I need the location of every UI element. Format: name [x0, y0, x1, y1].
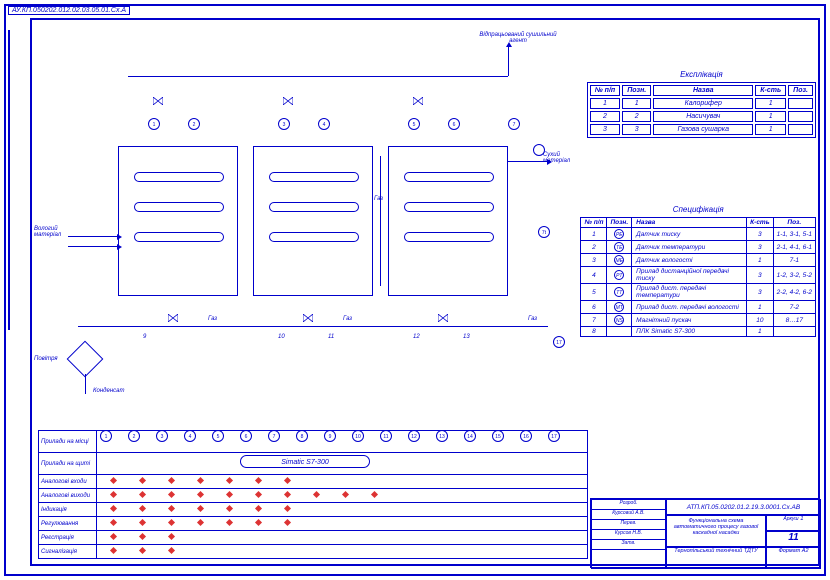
valve-bot-2 [303, 309, 313, 317]
plc-label: Simatic S7-300 [240, 455, 370, 468]
explication-table: Експлікація № п/п Позн. Назва К-сть Поз.… [587, 70, 816, 138]
sensor-5: 5 [408, 118, 420, 130]
sensor-17: 17 [553, 336, 565, 348]
sensor-7: 7 [508, 118, 520, 130]
chamber-1 [118, 146, 238, 296]
sensor-4: 4 [318, 118, 330, 130]
chamber-3 [388, 146, 508, 296]
specification-table: Специфікація № п/п Позн. Назва К-сть Поз… [580, 205, 816, 337]
sensor-3: 3 [278, 118, 290, 130]
valve-bot-3 [438, 309, 448, 317]
valve-top-1 [153, 92, 163, 100]
sensor-6: 6 [448, 118, 460, 130]
chamber-2 [253, 146, 373, 296]
title-block: Розроб. Курсовий А.В. Перев. Курсов Н.В.… [590, 498, 820, 568]
gas-b2: Газ [343, 316, 352, 322]
function-table: Прилади на місці Прилади на щиті Аналого… [38, 430, 588, 559]
valve-bot-1 [168, 309, 178, 317]
exhaust-label: Відпрацьований сушильний агент [478, 32, 558, 44]
sensor-2: 2 [188, 118, 200, 130]
valve-top-3 [413, 92, 423, 100]
process-diagram: Відпрацьований сушильний агент 1 2 3 4 5… [38, 36, 578, 336]
condensate-label: Конденсат [93, 388, 124, 394]
gas-b1: Газ [208, 316, 217, 322]
sensor-side: 7t [538, 226, 550, 238]
valve-top-2 [283, 92, 293, 100]
air-label: Повітря [34, 356, 58, 362]
dry-material-label: Сухий матеріал [543, 152, 583, 164]
drawing-code-top: АУ.КП.050202.012.02.03.05.01.Сх.А [8, 6, 130, 15]
left-sidebar [8, 30, 26, 560]
sensor-1: 1 [148, 118, 160, 130]
gas-b3: Газ [528, 316, 537, 322]
gas-label-1: Газ [374, 196, 383, 202]
wet-material-label: Вологий матеріал [34, 226, 72, 238]
